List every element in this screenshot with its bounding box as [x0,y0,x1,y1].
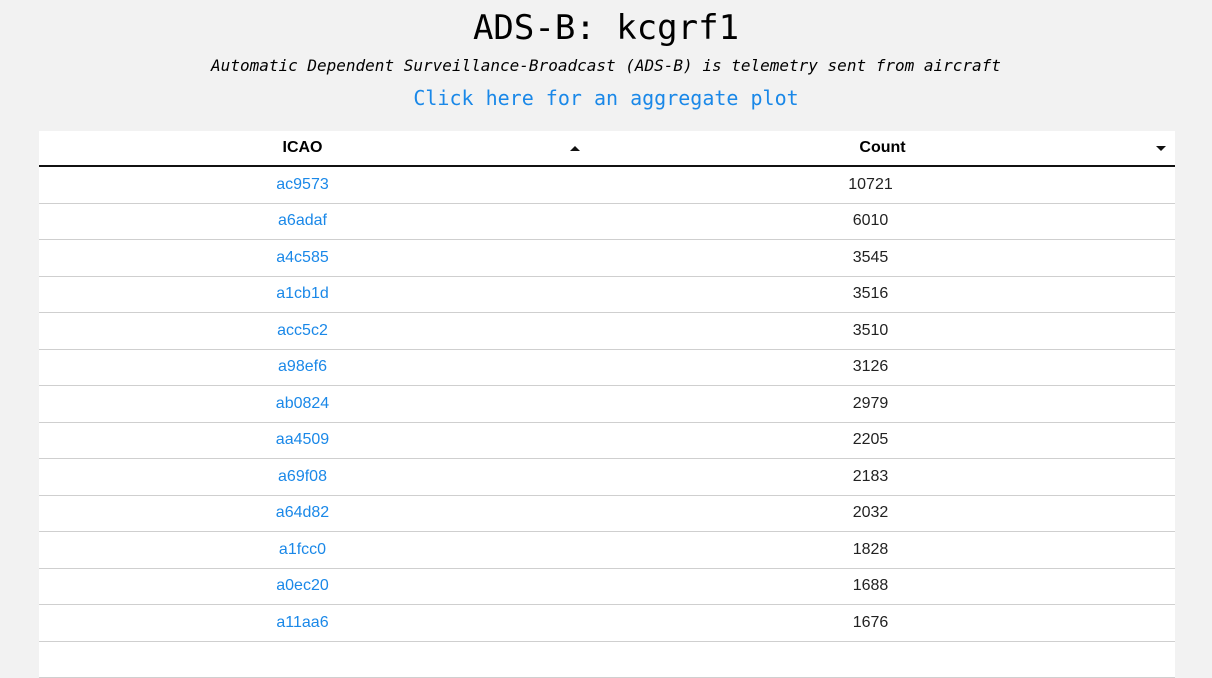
table-row: ab0824 2979 [39,385,1175,423]
icao-cell: ac9573 [39,166,590,204]
icao-cell: a1fcc0 [39,531,590,569]
icao-cell: a69f08 [39,458,590,496]
icao-link[interactable]: a11aa6 [276,614,328,632]
icao-cell: aa4509 [39,422,590,459]
table-row: a69f08 2183 [39,458,1175,496]
count-cell: 1688 [590,568,1175,605]
icao-link[interactable]: a4c585 [276,249,329,267]
count-cell: 2032 [590,495,1175,532]
count-cell: 2979 [590,385,1175,423]
icao-cell: a11aa6 [39,604,590,642]
count-cell: 1676 [590,604,1175,642]
icao-cell: a0ec20 [39,568,590,605]
icao-cell: a4c585 [39,239,590,277]
count-value: 2183 [852,467,889,485]
table-header-row: ICAO Count [39,131,1175,167]
sort-ascending-icon[interactable] [570,146,580,151]
icao-cell: a64d82 [39,495,590,532]
table-body: ac9573 10721 a6adaf 6010 a4c585 3545 a1c… [39,166,1175,678]
aircraft-table: ICAO Count ac9573 10721 a6adaf 6010 a4c5… [39,131,1175,678]
icao-link[interactable]: aa4509 [276,431,329,449]
count-value: 3545 [852,248,889,266]
count-value: 10721 [848,175,893,193]
count-value: 3516 [852,285,889,303]
page-title: ADS-B: kcgrf1 [472,8,740,48]
icao-cell: a6adaf [39,203,590,240]
count-cell: 2205 [590,422,1175,459]
count-value: 1688 [852,577,889,595]
table-row: a98ef6 3126 [39,349,1175,386]
count-cell: 3545 [590,239,1175,277]
icao-cell: acc5c2 [39,312,590,350]
icao-link[interactable]: a98ef6 [278,358,327,376]
icao-link[interactable]: ac9573 [276,176,329,194]
sort-descending-icon[interactable] [1156,146,1166,151]
column-label-icao: ICAO [282,139,323,156]
count-cell: 3126 [590,349,1175,386]
icao-link[interactable]: a1fcc0 [279,541,326,559]
table-row: a0ec20 1688 [39,568,1175,605]
column-label-count: Count [859,139,906,156]
icao-link[interactable]: a0ec20 [276,577,329,595]
page-subtitle: Automatic Dependent Surveillance-Broadca… [211,56,1001,75]
aircraft-table-container: ICAO Count ac9573 10721 a6adaf 6010 a4c5… [39,131,1175,678]
count-value: 6010 [852,212,889,230]
icao-cell: a98ef6 [39,349,590,386]
table-row: a1fcc0 1828 [39,531,1175,569]
count-cell: 2183 [590,458,1175,496]
count-value: 1828 [852,540,889,558]
table-row [39,641,1175,678]
table-row: a64d82 2032 [39,495,1175,532]
table-row: aa4509 2205 [39,422,1175,459]
count-cell: 10721 [590,166,1175,204]
count-value: 2032 [852,504,889,522]
page-header: ADS-B: kcgrf1 Automatic Dependent Survei… [0,0,1212,111]
count-cell: 6010 [590,203,1175,240]
count-cell: 1828 [590,531,1175,569]
count-value: 3126 [852,358,889,376]
icao-link[interactable]: acc5c2 [277,322,328,340]
count-cell: 3510 [590,312,1175,350]
icao-link[interactable]: ab0824 [276,395,329,413]
column-header-count[interactable]: Count [590,131,1175,167]
table-row: a1cb1d 3516 [39,276,1175,313]
table-row: acc5c2 3510 [39,312,1175,350]
icao-link[interactable]: a1cb1d [276,285,329,303]
count-cell: 3516 [590,276,1175,313]
aggregate-plot-link[interactable]: Click here for an aggregate plot [413,85,798,111]
count-value: 2205 [852,431,889,449]
icao-cell: a1cb1d [39,276,590,313]
icao-cell [39,641,590,678]
count-value: 1676 [852,613,889,631]
column-header-icao[interactable]: ICAO [39,131,590,167]
table-row: a11aa6 1676 [39,604,1175,642]
icao-link[interactable]: a64d82 [276,504,329,522]
icao-link[interactable]: a6adaf [278,212,327,230]
table-row: ac9573 10721 [39,166,1175,204]
table-row: a4c585 3545 [39,239,1175,277]
icao-cell: ab0824 [39,385,590,423]
count-value: 2979 [852,394,889,412]
icao-link[interactable]: a69f08 [278,468,327,486]
table-row: a6adaf 6010 [39,203,1175,240]
count-cell [590,641,1175,678]
count-value: 3510 [852,321,889,339]
